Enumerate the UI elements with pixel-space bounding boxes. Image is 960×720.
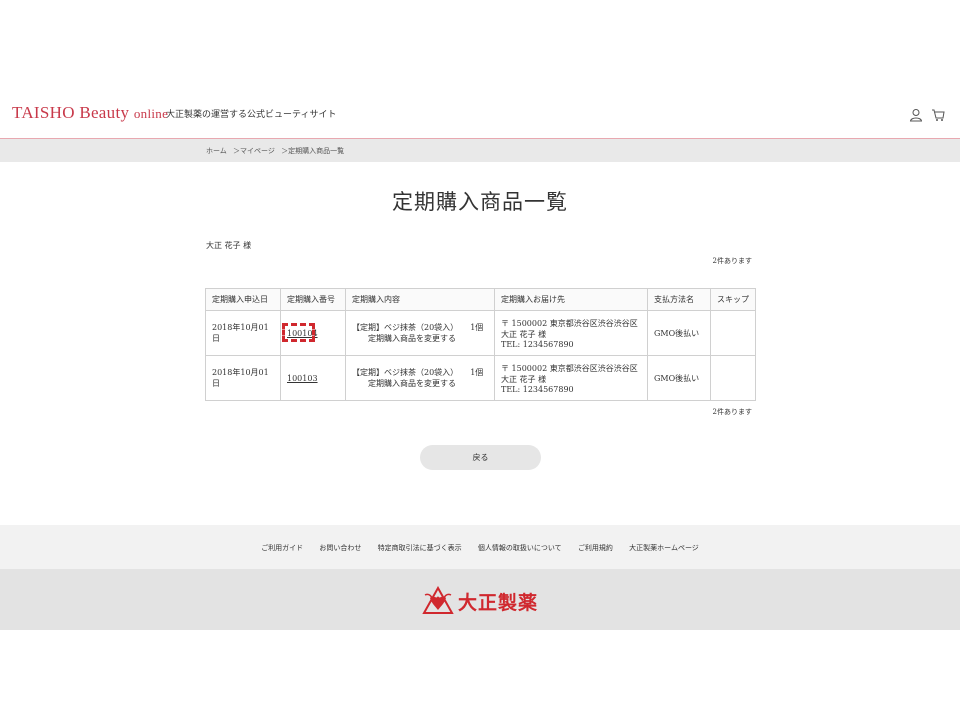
row-date: 2018年10月01日 [205, 310, 281, 356]
customer-name: 大正 花子 様 [206, 241, 252, 250]
result-count-bottom: 2件あります [712, 408, 752, 416]
breadcrumb-mypage[interactable]: ＞マイページ [233, 147, 275, 155]
site-tagline: 大正製薬の運営する公式ビューティサイト [166, 110, 337, 120]
product-name: 【定期】ベジ抹茶（20袋入） [352, 323, 459, 332]
table-row: 2018年10月01日 100104 【定期】ベジ抹茶（20袋入） 1個 定期購入… [205, 310, 756, 356]
taisho-brand-logo[interactable]: 大正製薬 [422, 585, 552, 616]
recipient-name: 大正 花子 様 [501, 329, 547, 339]
col-date: 定期購入申込日 [205, 288, 281, 311]
row-date: 2018年10月01日 [205, 355, 281, 401]
page-title: 定期購入商品一覧 [392, 190, 568, 214]
logo-main-text: TAISHO Beauty [12, 103, 130, 122]
user-icon[interactable] [909, 108, 923, 122]
row-content: 【定期】ベジ抹茶（20袋入） 1個 定期購入商品を変更する [345, 310, 495, 356]
subscription-number-link[interactable]: 100103 [287, 374, 318, 383]
result-count-top: 2件あります [712, 257, 752, 265]
row-address: 〒 1500002 東京都渋谷区渋谷渋谷区 大正 花子 様 TEL: 12345… [494, 310, 648, 356]
cart-icon[interactable] [931, 108, 945, 122]
table-header-row: 定期購入申込日 定期購入番号 定期購入内容 定期購入お届け先 支払方法名 スキッ… [205, 288, 756, 311]
breadcrumb-home[interactable]: ホーム [206, 147, 227, 155]
footer-brand-bar: 大正製薬 [0, 569, 960, 630]
product-name: 【定期】ベジ抹茶（20袋入） [352, 368, 459, 377]
change-product-link[interactable]: 定期購入商品を変更する [352, 333, 488, 344]
recipient-name: 大正 花子 様 [501, 374, 547, 384]
footer-link-guide[interactable]: ご利用ガイド [261, 544, 303, 552]
highlight-box [282, 322, 315, 342]
phone-number: TEL: 1234567890 [501, 384, 574, 394]
col-address: 定期購入お届け先 [494, 288, 648, 311]
table-row: 2018年10月01日 100103 【定期】ベジ抹茶（20袋入） 1個 定期購入… [205, 355, 756, 401]
breadcrumb-current: ＞定期購入商品一覧 [281, 147, 345, 155]
product-qty: 1個 [470, 368, 484, 377]
col-payment: 支払方法名 [647, 288, 711, 311]
eagle-emblem-icon [422, 585, 454, 614]
col-content: 定期購入内容 [345, 288, 495, 311]
row-number-cell: 100103 [280, 355, 346, 401]
change-product-link[interactable]: 定期購入商品を変更する [352, 378, 488, 389]
site-logo[interactable]: TAISHO Beauty online [12, 103, 168, 123]
subscription-table: 定期購入申込日 定期購入番号 定期購入内容 定期購入お届け先 支払方法名 スキッ… [205, 288, 756, 401]
col-number: 定期購入番号 [280, 288, 346, 311]
logo-small-text: online [133, 106, 169, 121]
product-qty: 1個 [470, 323, 484, 332]
row-content: 【定期】ベジ抹茶（20袋入） 1個 定期購入商品を変更する [345, 355, 495, 401]
row-skip [710, 310, 756, 356]
address-line: 〒 1500002 東京都渋谷区渋谷渋谷区 [501, 318, 638, 328]
breadcrumb: ホーム ＞マイページ ＞定期購入商品一覧 [206, 146, 348, 156]
row-skip [710, 355, 756, 401]
footer-link-privacy[interactable]: 個人情報の取扱いについて [478, 544, 562, 552]
row-address: 〒 1500002 東京都渋谷区渋谷渋谷区 大正 花子 様 TEL: 12345… [494, 355, 648, 401]
row-number-cell: 100104 [280, 310, 346, 356]
back-button[interactable]: 戻る [420, 445, 541, 470]
site-header: TAISHO Beauty online 大正製薬の運営する公式ビューティサイト [0, 93, 960, 139]
footer-link-contact[interactable]: お問い合わせ [319, 544, 361, 552]
row-payment: GMO後払い [647, 355, 711, 401]
footer-link-corporate-home[interactable]: 大正製薬ホームページ [629, 544, 699, 552]
footer-links: ご利用ガイド お問い合わせ 特定商取引法に基づく表示 個人情報の取扱いについて … [0, 525, 960, 569]
phone-number: TEL: 1234567890 [501, 339, 574, 349]
brand-name: 大正製薬 [458, 592, 539, 614]
footer-link-commercial-law[interactable]: 特定商取引法に基づく表示 [378, 544, 462, 552]
footer-link-terms[interactable]: ご利用規約 [578, 544, 613, 552]
address-line: 〒 1500002 東京都渋谷区渋谷渋谷区 [501, 363, 638, 373]
breadcrumb-bar: ホーム ＞マイページ ＞定期購入商品一覧 [0, 139, 960, 162]
col-skip: スキップ [710, 288, 756, 311]
row-payment: GMO後払い [647, 310, 711, 356]
subscription-number-link[interactable]: 100104 [282, 322, 318, 342]
